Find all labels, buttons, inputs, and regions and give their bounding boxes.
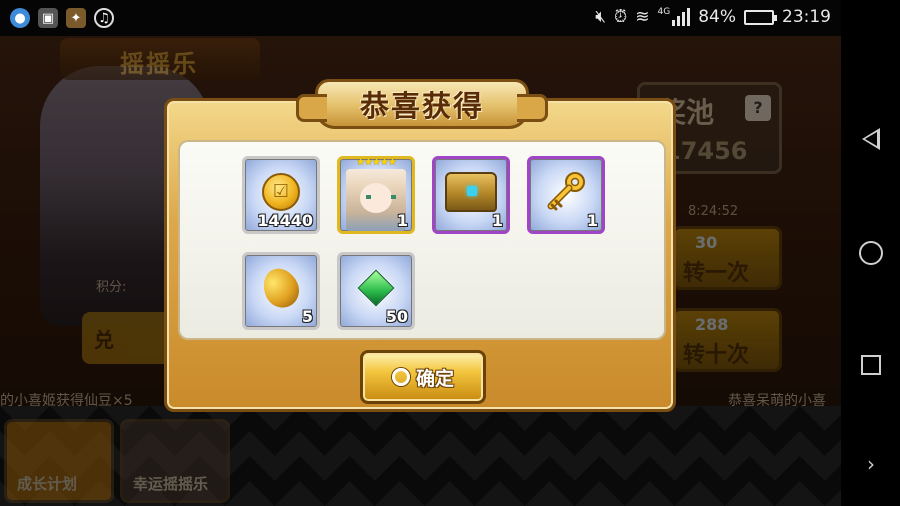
circle-icon [391,368,410,386]
sim-icon: ▣ [38,8,58,28]
dialog-title: 恭喜获得 [359,89,484,123]
home-icon [859,241,883,265]
reward-gold-coin[interactable]: 14440 [242,156,320,234]
recent-apps-button[interactable] [855,349,887,381]
green-gem-icon [357,269,395,307]
star-rating: ★★★★★ [356,157,397,168]
battery-icon [744,9,777,25]
reward-qty: 14440 [257,211,313,230]
music-icon: ♫ [94,8,114,28]
more-button[interactable]: › [855,448,887,480]
reward-golden-key[interactable]: 1 [527,156,605,234]
reward-qty: 1 [491,211,503,230]
battery-percent: 84% [698,7,736,27]
reward-panel: 14440 ★★★★★ 1 1 1 5 50 [178,140,666,340]
reward-treasure-chest[interactable]: 1 [432,156,510,234]
magic-bean-icon [257,262,305,314]
reward-qty: 1 [586,211,598,230]
system-nav-bar: › [841,0,900,506]
confirm-label: 确定 [415,367,454,390]
back-icon [862,128,880,150]
status-bar: ● ▣ ✦ ♫ 🔇︎ ⏰︎ ≋ 4G 84% 23:19 [0,0,841,36]
confirm-button[interactable]: 确定 [360,350,486,404]
chevron-right-icon: › [867,452,875,476]
dialog-header: 恭喜获得 [296,79,548,129]
alarm-icon: ⏰︎ [613,7,628,27]
reward-magic-bean[interactable]: 5 [242,252,320,330]
reward-hero-card[interactable]: ★★★★★ 1 [337,156,415,234]
network-type: 4G [657,7,671,17]
clock: 23:19 [782,7,831,27]
reward-qty: 1 [396,211,408,230]
gold-coin-icon [262,173,300,212]
recent-apps-icon [861,355,881,375]
system-status: 🔇︎ ⏰︎ ≋ 4G 84% 23:19 [595,7,831,27]
signal-icon [672,8,691,26]
treasure-chest-icon [445,172,497,213]
mute-icon: 🔇︎ [595,7,606,27]
reward-green-gem[interactable]: 50 [337,252,415,330]
wifi-icon: ≋ [635,7,650,27]
notification-icons: ● ▣ ✦ ♫ [10,8,114,28]
golden-key-icon [547,172,585,211]
home-button[interactable] [855,237,887,269]
reward-qty: 50 [385,307,408,326]
app-icon: ● [10,8,30,28]
game-icon: ✦ [66,8,86,28]
reward-dialog: 恭喜获得 14440 ★★★★★ 1 1 1 [164,79,676,412]
reward-qty: 5 [301,307,313,326]
back-button[interactable] [855,123,887,155]
